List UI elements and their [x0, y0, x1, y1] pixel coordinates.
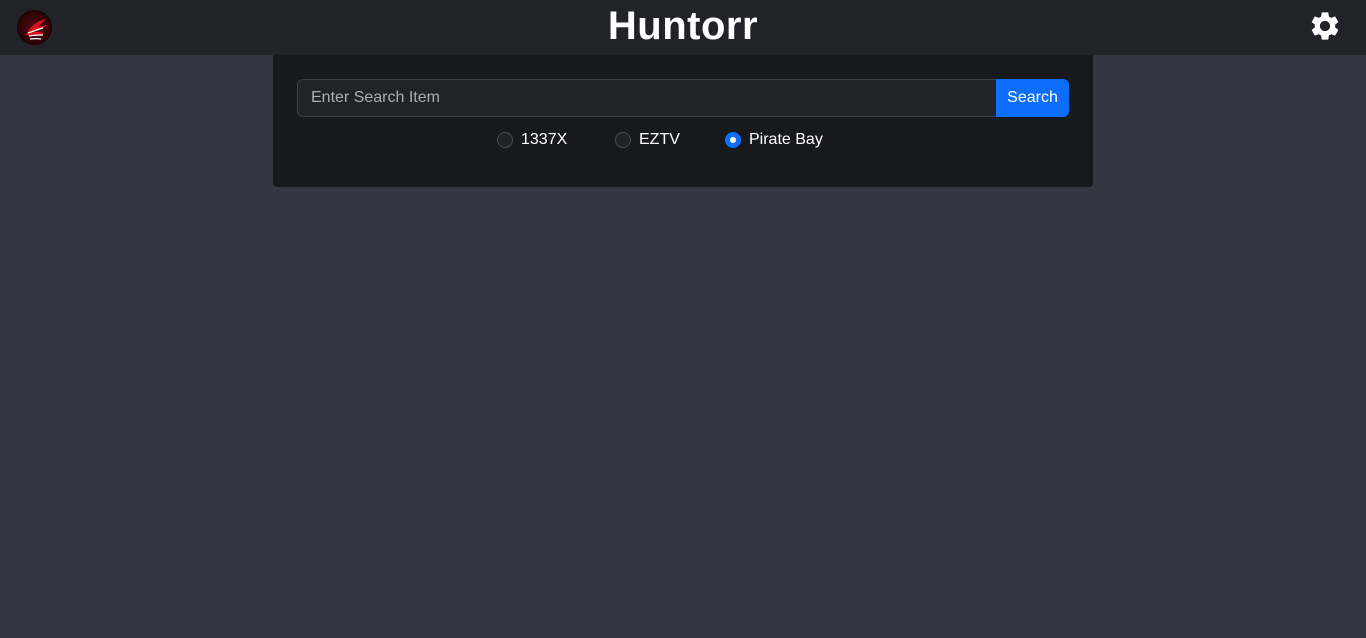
source-label: EZTV — [639, 131, 680, 148]
search-button[interactable]: Search — [996, 79, 1069, 117]
radio-button[interactable] — [497, 132, 513, 148]
source-label: Pirate Bay — [749, 131, 823, 148]
search-panel: Search 1337X EZTV Pirate Bay — [273, 55, 1093, 187]
source-radio-1337x[interactable]: 1337X — [497, 129, 567, 151]
source-radio-pirate-bay[interactable]: Pirate Bay — [725, 129, 823, 151]
radio-button-selected[interactable] — [725, 132, 741, 148]
radio-button[interactable] — [615, 132, 631, 148]
gear-icon[interactable] — [1308, 9, 1342, 43]
source-label: 1337X — [521, 131, 568, 148]
top-bar: Huntorr — [0, 0, 1366, 55]
source-radio-eztv[interactable]: EZTV — [615, 129, 680, 151]
search-bar: Search — [297, 79, 1069, 117]
app-title: Huntorr — [607, 4, 759, 48]
search-input[interactable] — [297, 79, 996, 117]
